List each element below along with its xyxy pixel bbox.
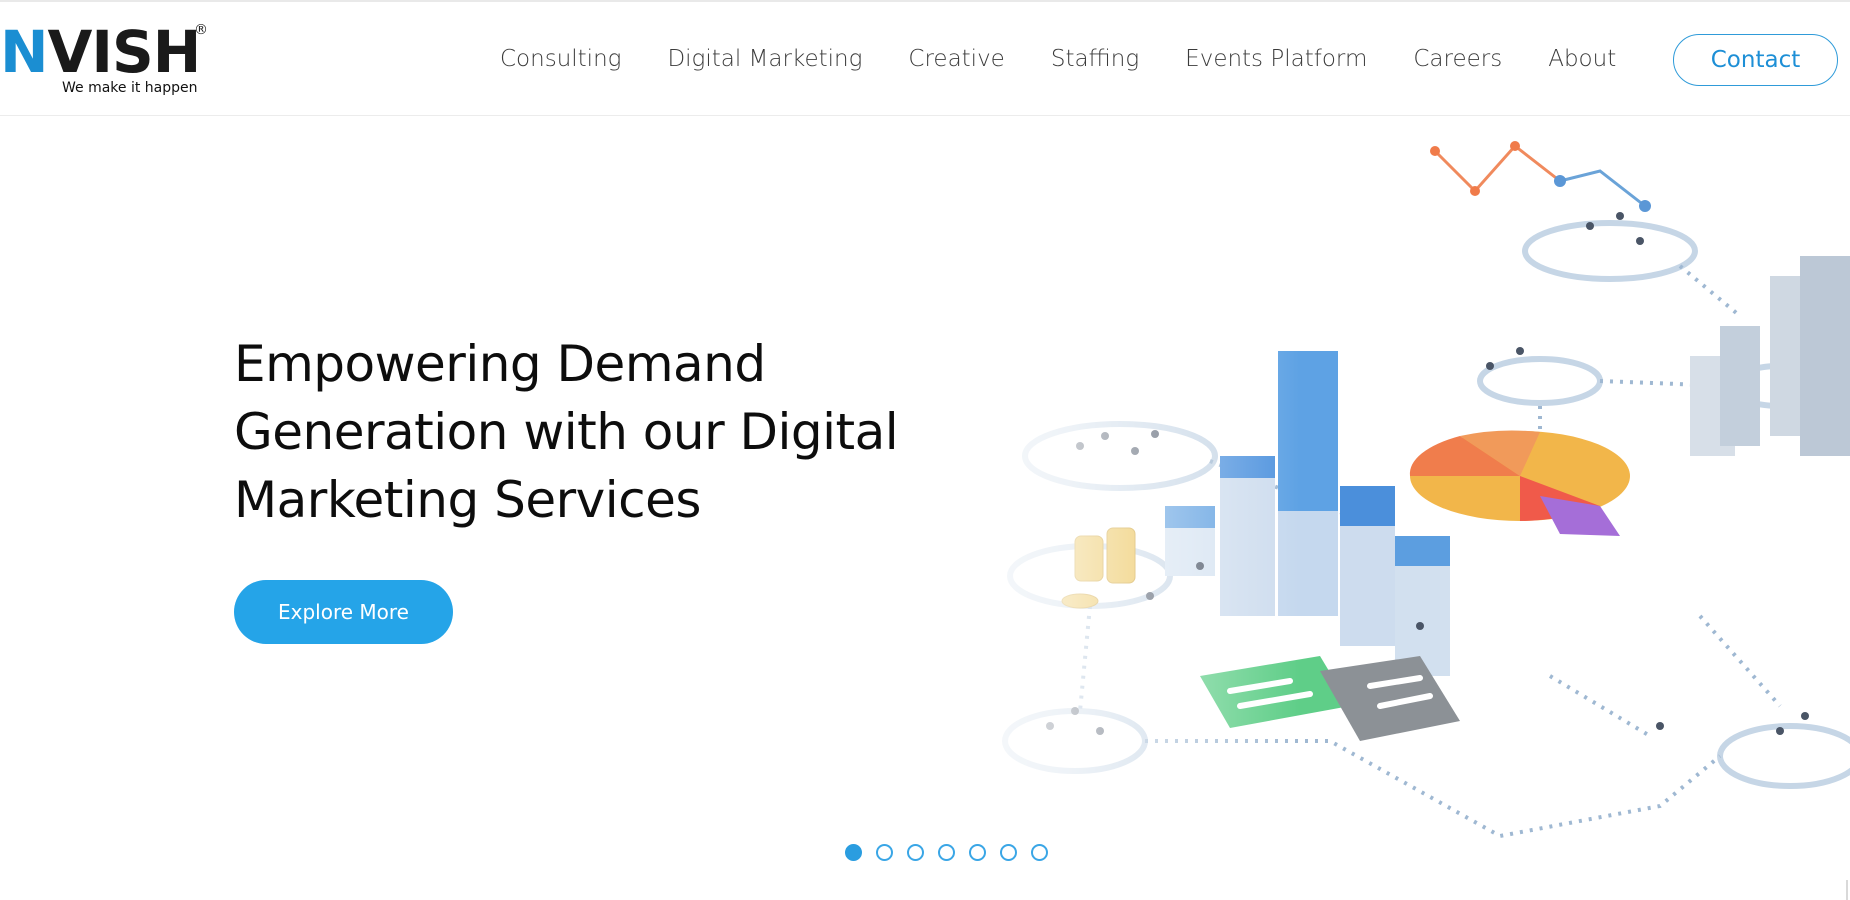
main-nav: Consulting Digital Marketing Creative St…	[500, 2, 1662, 116]
slider-pagination	[845, 844, 1062, 861]
nav-item-consulting[interactable]: Consulting	[500, 46, 621, 72]
logo-letter-n: N	[0, 18, 49, 86]
contact-button[interactable]: Contact	[1673, 34, 1838, 86]
slider-dot-3[interactable]	[907, 844, 924, 861]
slider-dot-5[interactable]	[969, 844, 986, 861]
brand-logo[interactable]: NVISH ® We make it happen	[0, 20, 215, 104]
logo-star-icon	[70, 22, 82, 35]
slider-dot-7[interactable]	[1031, 844, 1048, 861]
scrollbar-edge	[1846, 880, 1848, 900]
site-header: NVISH ® We make it happen Consulting Dig…	[0, 2, 1850, 116]
slider-dot-6[interactable]	[1000, 844, 1017, 861]
nav-item-creative[interactable]: Creative	[908, 46, 1004, 72]
hero-headline: Empowering Demand Generation with our Di…	[234, 335, 899, 529]
nav-item-about[interactable]: About	[1548, 46, 1616, 72]
nav-item-digital-marketing[interactable]: Digital Marketing	[667, 46, 862, 72]
brand-tagline: We make it happen	[62, 80, 198, 96]
slider-dot-2[interactable]	[876, 844, 893, 861]
explore-more-button[interactable]: Explore More	[234, 580, 453, 644]
registered-mark: ®	[194, 22, 208, 38]
page-bottom-area	[0, 880, 1850, 900]
slider-dot-4[interactable]	[938, 844, 955, 861]
nav-item-careers[interactable]: Careers	[1413, 46, 1502, 72]
nav-item-events-platform[interactable]: Events Platform	[1185, 46, 1367, 72]
hero-slider: Empowering Demand Generation with our Di…	[0, 116, 1850, 880]
nav-item-staffing[interactable]: Staffing	[1051, 46, 1139, 72]
slider-dot-1[interactable]	[845, 844, 862, 861]
logo-wordmark: NVISH	[0, 18, 201, 86]
